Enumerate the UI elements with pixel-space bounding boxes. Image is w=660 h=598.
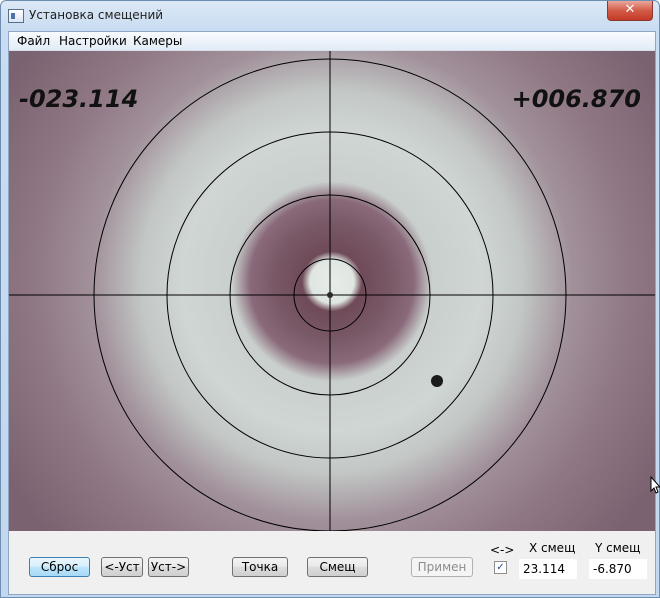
client-area: Файл Настройки Камеры -023.114 +006.870 … — [8, 31, 656, 595]
x-coordinate-readout: -023.114 — [19, 85, 139, 113]
swap-checkbox[interactable]: ✓ — [494, 561, 507, 574]
menu-cameras[interactable]: Камеры — [133, 34, 182, 48]
close-button[interactable]: ✕ — [607, 1, 653, 21]
app-window: Установка смещений ✕ Файл Настройки Каме… — [0, 0, 660, 598]
menu-file[interactable]: Файл — [17, 34, 50, 48]
y-coordinate-readout: +006.870 — [511, 85, 641, 113]
app-icon — [8, 9, 24, 23]
reset-button[interactable]: Сброс — [29, 557, 90, 577]
set-left-button[interactable]: <-Уст — [101, 557, 143, 577]
offset-button[interactable]: Смещ — [307, 557, 368, 577]
apply-button[interactable]: Примен — [411, 557, 473, 577]
specimen-spot — [431, 375, 443, 387]
checkmark-icon: ✓ — [496, 562, 505, 573]
set-right-button[interactable]: Уст-> — [148, 557, 189, 577]
menu-settings[interactable]: Настройки — [59, 34, 127, 48]
window-title: Установка смещений — [29, 8, 164, 22]
center-dot — [327, 292, 333, 298]
x-offset-label: X смещ — [529, 541, 576, 555]
title-bar[interactable]: Установка смещений ✕ — [1, 1, 659, 31]
reticle-overlay — [9, 51, 655, 531]
y-offset-field[interactable]: -6.870 — [589, 559, 647, 579]
close-icon: ✕ — [624, 2, 636, 17]
menu-bar: Файл Настройки Камеры — [9, 32, 655, 51]
point-button[interactable]: Точка — [232, 557, 288, 577]
swap-label: <-> — [490, 543, 515, 557]
camera-view[interactable]: -023.114 +006.870 — [9, 51, 655, 531]
y-offset-label: Y смещ — [595, 541, 641, 555]
mouse-cursor-icon — [650, 476, 660, 494]
x-offset-field[interactable]: 23.114 — [519, 559, 577, 579]
control-panel: Сброс <-Уст Уст-> Точка Смещ Примен <-> … — [9, 531, 655, 594]
